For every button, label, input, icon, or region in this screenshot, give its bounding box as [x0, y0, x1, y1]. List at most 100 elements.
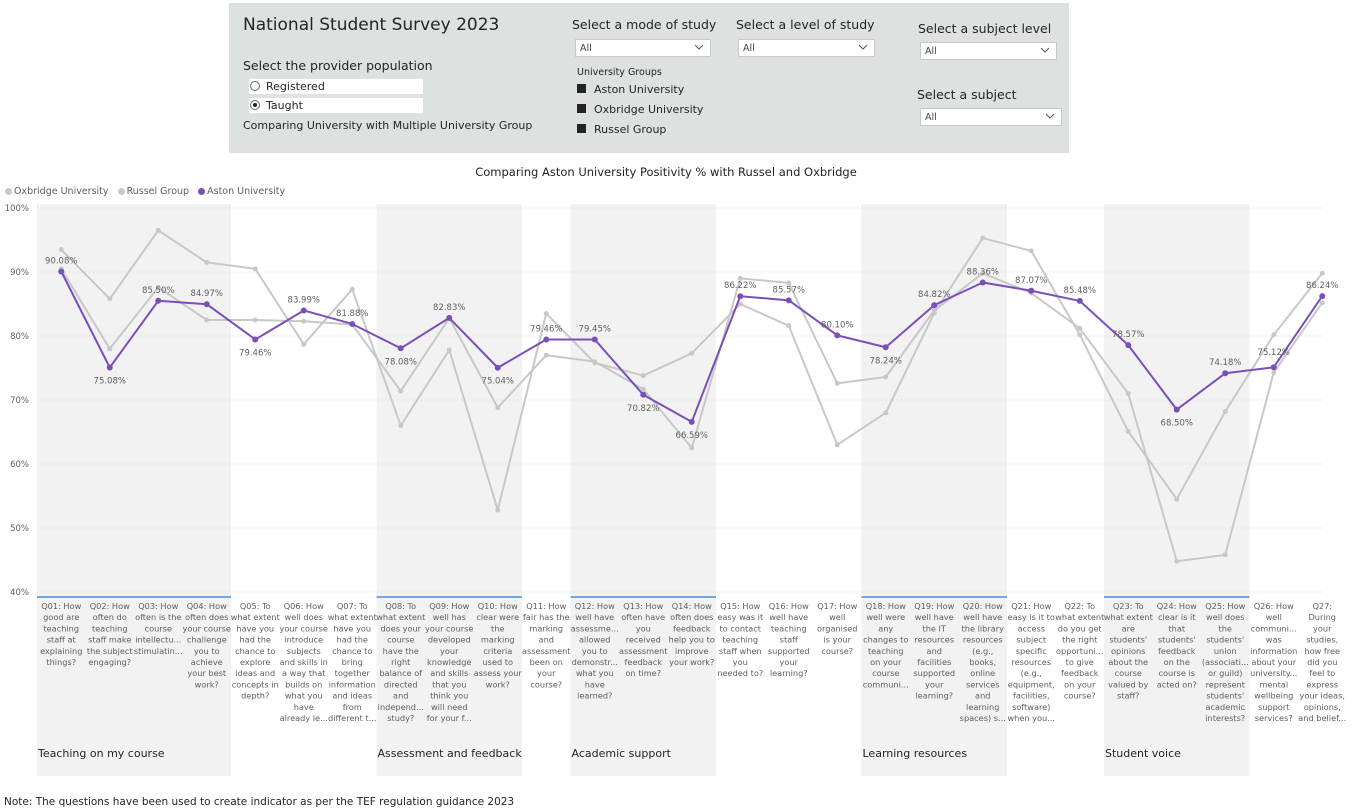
- x-tick-label-line: are: [1122, 623, 1135, 633]
- x-tick-label-line: been on: [530, 657, 563, 667]
- x-tick-label-line: interests?: [1205, 713, 1245, 723]
- data-point-russel-group: [737, 275, 743, 281]
- x-tick-label-line: academic: [1205, 702, 1245, 712]
- data-point-russel-group: [834, 380, 840, 386]
- x-tick-label-line: assessment: [619, 646, 668, 656]
- radio-taught[interactable]: Taught: [249, 98, 423, 113]
- x-tick-label-line: well has: [433, 612, 466, 622]
- x-tick-label-line: feedback: [673, 623, 711, 633]
- mode-of-study-dropdown[interactable]: All: [575, 39, 711, 57]
- x-tick-label-line: supported: [768, 646, 810, 656]
- x-tick-label-line: marking: [529, 623, 563, 633]
- data-point-aston-university: [640, 391, 647, 398]
- dropdown-value: All: [580, 43, 592, 54]
- x-tick-label-line: acted on?: [1157, 679, 1197, 689]
- data-point-oxbridge-university: [446, 347, 452, 353]
- x-tick-label-line: when you...: [1007, 713, 1055, 723]
- radio-circle-icon: [250, 81, 260, 91]
- x-tick-label-line: facilities,: [1013, 691, 1050, 701]
- data-label: 82.83%: [433, 303, 465, 313]
- data-label: 85.50%: [142, 286, 174, 296]
- data-point-russel-group: [689, 445, 695, 451]
- x-tick-label-line: to give: [1066, 657, 1094, 667]
- x-tick-label-line: information: [329, 679, 376, 689]
- x-tick-label-line: allowed: [579, 635, 611, 645]
- x-tick-label-line: express: [1306, 679, 1338, 689]
- data-label: 81.88%: [336, 309, 368, 319]
- x-tick-label: Q17: How well organised is your course?: [817, 601, 858, 656]
- x-tick-label-line: feedback: [1158, 646, 1196, 656]
- radio-registered[interactable]: Registered: [249, 79, 423, 94]
- x-tick-label-line: have you: [236, 623, 274, 633]
- subject-level-dropdown[interactable]: All: [920, 42, 1057, 60]
- x-tick-label-line: staff make: [88, 635, 131, 645]
- x-tick-label-line: the library: [962, 623, 1005, 633]
- x-tick-label-line: information: [1250, 646, 1297, 656]
- chart-title: Comparing Aston University Positivity % …: [475, 165, 857, 179]
- data-point-aston-university: [300, 307, 307, 314]
- data-point-russel-group: [1174, 558, 1180, 564]
- data-point-aston-university: [979, 279, 986, 286]
- data-point-russel-group: [543, 352, 549, 358]
- x-tick-label-line: for your f...: [427, 713, 472, 723]
- x-tick-label-line: students': [1158, 635, 1196, 645]
- subject-dropdown[interactable]: All: [920, 108, 1062, 126]
- data-point-aston-university: [203, 301, 210, 308]
- x-tick-label-line: what extent: [1055, 612, 1105, 622]
- chevron-down-icon: [694, 44, 704, 50]
- data-point-oxbridge-university: [58, 247, 64, 253]
- radio-label: Taught: [266, 99, 303, 112]
- legend-dot-icon: [198, 188, 206, 195]
- x-tick-label-line: concepts in: [232, 679, 279, 689]
- x-tick-label-line: Q03: How: [138, 601, 178, 611]
- data-label: 66.59%: [676, 431, 708, 441]
- x-tick-label-line: well have: [963, 612, 1002, 622]
- data-label: 78.08%: [385, 357, 417, 367]
- data-label: 75.04%: [482, 377, 514, 387]
- x-tick-label: Q15: How easy was it to contact teaching sta…: [717, 601, 764, 678]
- x-tick-label-line: often do: [93, 612, 127, 622]
- x-tick-label-line: about your: [1251, 657, 1296, 667]
- x-tick-label-line: clear is it: [1158, 612, 1196, 622]
- x-tick-label-line: help you to: [669, 635, 715, 645]
- data-point-oxbridge-university: [107, 296, 113, 302]
- x-tick-label-line: teaching: [868, 646, 904, 656]
- x-tick-label-line: a way that: [282, 668, 326, 678]
- data-label: 87.07%: [1015, 276, 1047, 286]
- x-tick-label-line: your ideas,: [1300, 691, 1345, 701]
- x-tick-label: Q22: To what extent do you get the right opp…: [1055, 601, 1105, 701]
- x-tick-label-line: balance of: [379, 668, 423, 678]
- data-point-oxbridge-university: [1319, 270, 1325, 276]
- data-point-aston-university: [543, 336, 550, 343]
- comparing-text: Comparing University with Multiple Unive…: [243, 119, 533, 132]
- data-label: 79.46%: [530, 324, 562, 334]
- x-tick-label-line: course: [387, 635, 414, 645]
- x-tick-label-line: subjects: [287, 646, 321, 656]
- x-tick-label-line: clear were: [476, 612, 519, 622]
- data-point-oxbridge-university: [1125, 428, 1131, 434]
- x-tick-label-line: online: [970, 668, 995, 678]
- x-tick-label-line: Q22: To: [1064, 601, 1095, 611]
- x-tick-label-line: work?: [195, 679, 219, 689]
- x-tick-label-line: learning: [966, 702, 999, 712]
- page-title: National Student Survey 2023: [243, 15, 500, 35]
- x-tick-label-line: easy is it to: [1008, 612, 1055, 622]
- radio-label: Registered: [266, 80, 325, 93]
- x-tick-label-line: teaching: [92, 623, 128, 633]
- x-tick-label-line: opportuni...: [1056, 646, 1103, 656]
- x-tick-label-line: what you: [576, 668, 614, 678]
- data-point-aston-university: [58, 268, 65, 275]
- x-tick-label-line: your course: [183, 623, 231, 633]
- dropdown-value: All: [743, 43, 755, 54]
- dropdown-value: All: [925, 46, 937, 57]
- x-tick-label-line: specific: [1016, 646, 1047, 656]
- y-tick-label: 60%: [10, 460, 29, 470]
- y-tick-label: 90%: [10, 268, 29, 278]
- x-tick-label-line: Q25: How: [1205, 601, 1245, 611]
- data-label: 75.12%: [1258, 348, 1290, 358]
- level-of-study-dropdown[interactable]: All: [738, 39, 875, 57]
- x-tick-label-line: organised: [817, 623, 857, 633]
- x-tick-label-line: marking: [481, 635, 515, 645]
- x-tick-label-line: Q12: How: [575, 601, 615, 611]
- x-tick-label-line: Q06: How: [284, 601, 324, 611]
